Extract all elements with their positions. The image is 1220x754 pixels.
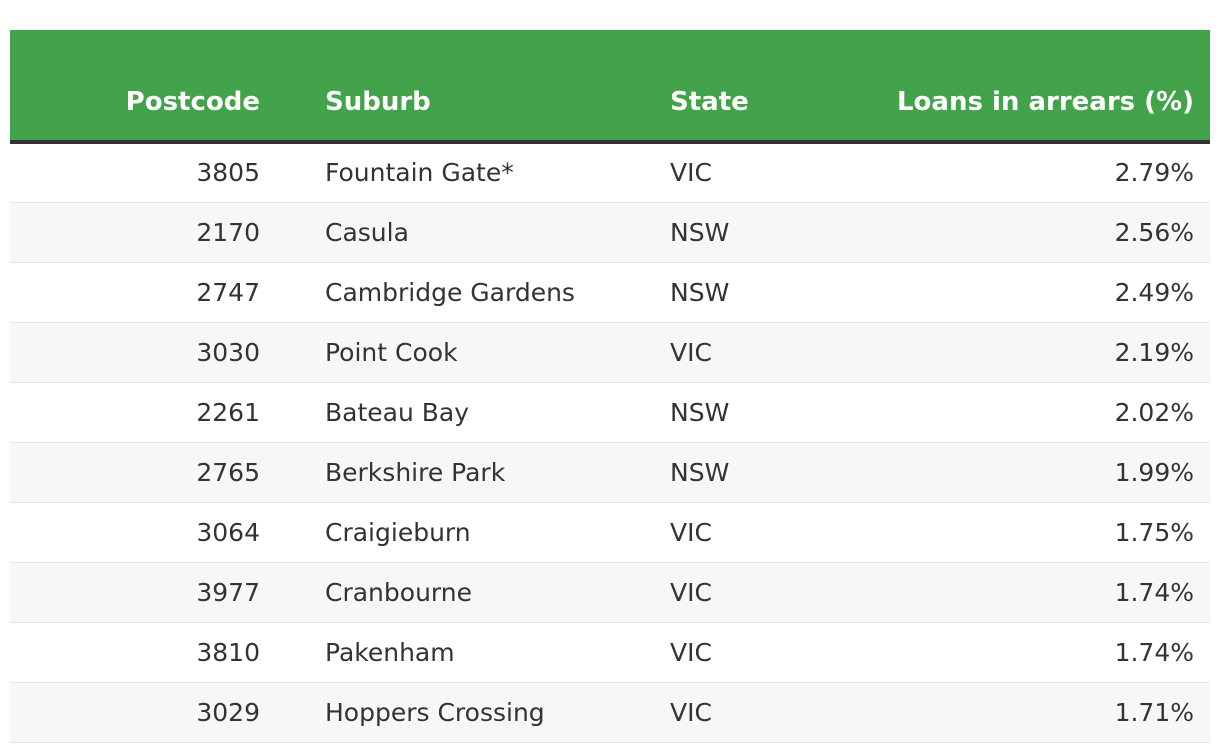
postcode-cell: 2170 <box>10 202 282 263</box>
loans-cell: 2.56% <box>877 202 1210 263</box>
suburb-cell: Casula <box>282 202 627 263</box>
postcode-cell: 2747 <box>10 262 282 323</box>
table-row: 3064 Craigieburn VIC 1.75% <box>10 502 1210 563</box>
table-row: 3805 Fountain Gate* VIC 2.79% <box>10 142 1210 203</box>
arrears-table: Postcode Suburb State Loans in arrears (… <box>10 30 1210 743</box>
header-postcode[interactable]: Postcode <box>10 30 282 144</box>
postcode-cell: 3064 <box>10 502 282 563</box>
suburb-cell: Point Cook <box>282 322 627 383</box>
table-row: 3030 Point Cook VIC 2.19% <box>10 322 1210 383</box>
loans-cell: 1.75% <box>877 502 1210 563</box>
suburb-cell: Cranbourne <box>282 562 627 623</box>
postcode-cell: 2261 <box>10 382 282 443</box>
loans-cell: 1.99% <box>877 442 1210 503</box>
table-header: Postcode Suburb State Loans in arrears (… <box>10 30 1210 144</box>
state-cell: VIC <box>627 682 877 743</box>
suburb-cell: Pakenham <box>282 622 627 683</box>
state-cell: VIC <box>627 322 877 383</box>
header-state[interactable]: State <box>627 30 877 144</box>
state-cell: NSW <box>627 442 877 503</box>
table-row: 2747 Cambridge Gardens NSW 2.49% <box>10 262 1210 323</box>
suburb-cell: Fountain Gate* <box>282 142 627 203</box>
table-row: 3977 Cranbourne VIC 1.74% <box>10 562 1210 623</box>
table-row: 3029 Hoppers Crossing VIC 1.71% <box>10 682 1210 743</box>
table-row: 2170 Casula NSW 2.56% <box>10 202 1210 263</box>
table-body: 3805 Fountain Gate* VIC 2.79% 2170 Casula NSW 2… <box>10 142 1210 743</box>
suburb-cell: Berkshire Park <box>282 442 627 503</box>
state-cell: NSW <box>627 202 877 263</box>
postcode-cell: 3810 <box>10 622 282 683</box>
loans-cell: 1.74% <box>877 562 1210 623</box>
state-cell: VIC <box>627 502 877 563</box>
postcode-cell: 2765 <box>10 442 282 503</box>
state-cell: NSW <box>627 382 877 443</box>
state-cell: VIC <box>627 562 877 623</box>
loans-cell: 2.02% <box>877 382 1210 443</box>
postcode-cell: 3805 <box>10 142 282 203</box>
loans-cell: 1.74% <box>877 622 1210 683</box>
loans-cell: 2.19% <box>877 322 1210 383</box>
postcode-cell: 3977 <box>10 562 282 623</box>
loans-cell: 2.79% <box>877 142 1210 203</box>
table-row: 3810 Pakenham VIC 1.74% <box>10 622 1210 683</box>
suburb-cell: Hoppers Crossing <box>282 682 627 743</box>
arrears-table-container: Postcode Suburb State Loans in arrears (… <box>10 30 1210 743</box>
table-row: 2765 Berkshire Park NSW 1.99% <box>10 442 1210 503</box>
header-loans-in-arrears[interactable]: Loans in arrears (%) <box>877 30 1210 144</box>
header-row: Postcode Suburb State Loans in arrears (… <box>10 30 1210 144</box>
loans-cell: 2.49% <box>877 262 1210 323</box>
state-cell: NSW <box>627 262 877 323</box>
table-row: 2261 Bateau Bay NSW 2.02% <box>10 382 1210 443</box>
state-cell: VIC <box>627 142 877 203</box>
loans-cell: 1.71% <box>877 682 1210 743</box>
postcode-cell: 3029 <box>10 682 282 743</box>
suburb-cell: Craigieburn <box>282 502 627 563</box>
suburb-cell: Cambridge Gardens <box>282 262 627 323</box>
state-cell: VIC <box>627 622 877 683</box>
header-suburb[interactable]: Suburb <box>282 30 627 144</box>
suburb-cell: Bateau Bay <box>282 382 627 443</box>
postcode-cell: 3030 <box>10 322 282 383</box>
